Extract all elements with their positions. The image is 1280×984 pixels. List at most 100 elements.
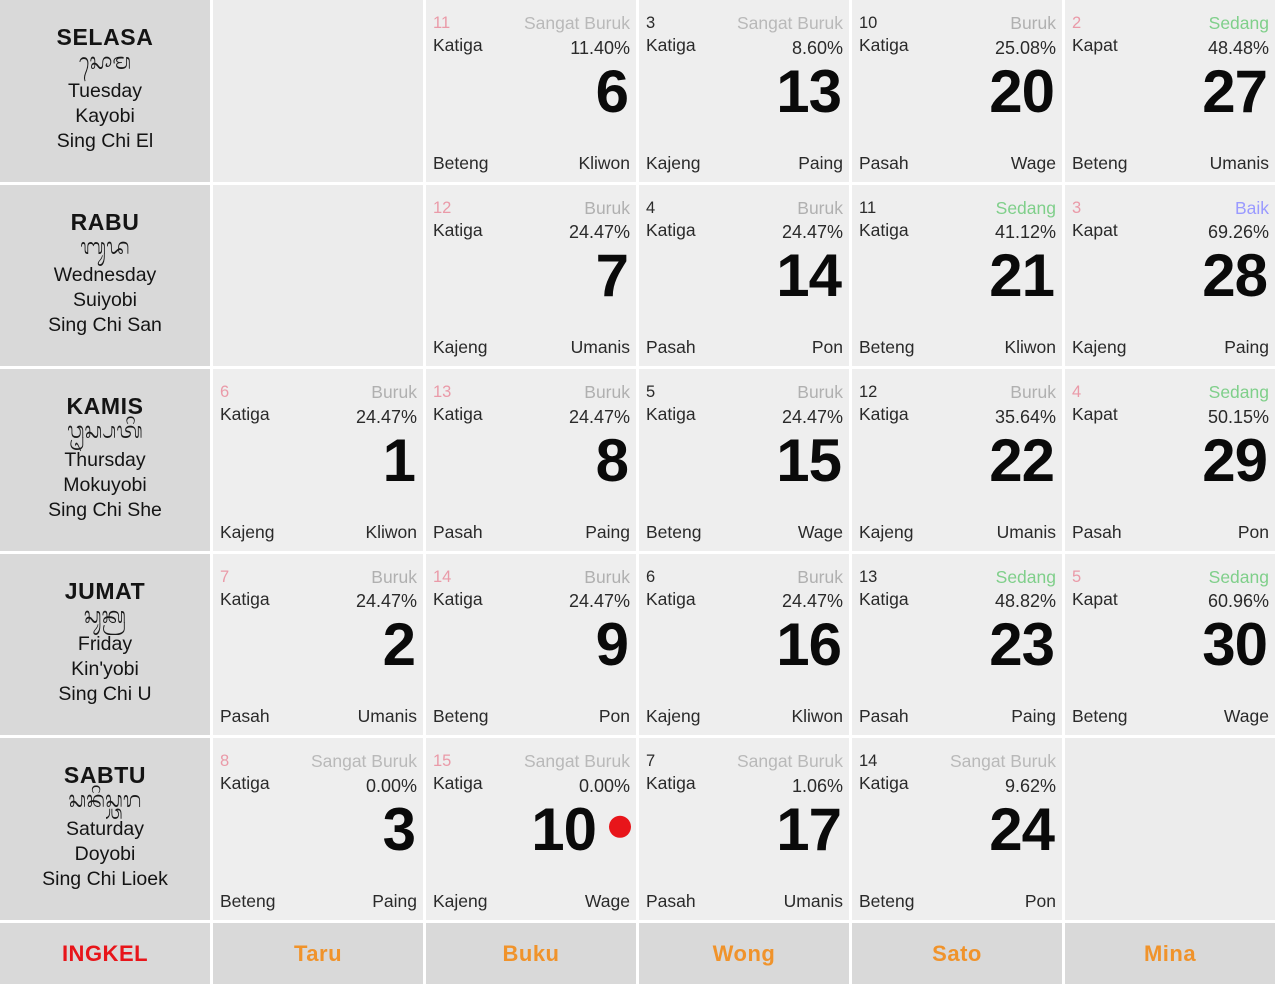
sasih-label: Kapat [1072, 588, 1118, 609]
date-cell[interactable]: 8 Katiga Sangat Buruk 0.00% 3 Beteng Paing [213, 738, 426, 923]
quality-label: Buruk [797, 197, 843, 218]
day-name-id: KAMIS [66, 393, 144, 419]
wuku-number: 13 [859, 567, 878, 586]
date-cell[interactable]: 7 Katiga Buruk 24.47% 2 Pasah Umanis [213, 553, 426, 738]
day-header-rabu: RABU ᬩᬸᬤ Wednesday Suiyobi Sing Chi San [0, 184, 213, 369]
date-cell[interactable]: 14 Katiga Buruk 24.47% 9 Beteng Pon [426, 553, 639, 738]
date-cell[interactable]: 3 Kapat Baik 69.26% 28 Kajeng Paing [1065, 184, 1278, 369]
date-cell[interactable]: 13 Katiga Sedang 48.82% 23 Pasah Paing [852, 553, 1065, 738]
quality-percentage: 24.47% [355, 406, 417, 427]
triwara-label: Beteng [859, 337, 915, 357]
date-cell[interactable]: 2 Kapat Sedang 48.48% 27 Beteng Umanis [1065, 0, 1278, 185]
date-cell[interactable]: 7 Katiga Sangat Buruk 1.06% 17 Pasah Umanis [639, 738, 852, 923]
pancawara-label: Kliwon [365, 521, 417, 542]
quality-label: Buruk [1010, 13, 1056, 33]
quality-label: Sangat Buruk [523, 751, 630, 771]
date-cell[interactable]: 11 Katiga Sangat Buruk 11.40% 6 Beteng Kliwon [426, 0, 639, 185]
date-cell[interactable]: 11 Katiga Sedang 41.12% 21 Beteng Kliwon [852, 184, 1065, 369]
quality-label: Buruk [584, 382, 630, 402]
cell-top-right: Baik 69.26% [1208, 197, 1269, 245]
cell-top-left: 10 Katiga [859, 12, 909, 58]
date-number[interactable]: 27 [1202, 61, 1268, 122]
quality-percentage: 24.47% [781, 591, 843, 612]
wuku-number: 4 [646, 198, 656, 217]
triwara-label: Pasah [646, 337, 696, 357]
date-number[interactable]: 7 [596, 246, 629, 306]
cell-top-right: Sangat Buruk 9.62% [950, 750, 1056, 798]
pancawara-label: Pon [598, 706, 630, 726]
date-number[interactable]: 21 [989, 246, 1055, 306]
date-cell-empty [213, 0, 426, 185]
date-cell[interactable]: 14 Katiga Sangat Buruk 9.62% 24 Beteng Pon [852, 738, 1065, 923]
day-name-english: Saturday [65, 817, 145, 840]
date-cell[interactable]: 10 Katiga Buruk 25.08% 20 Pasah Wage [852, 0, 1065, 185]
wuku-number: 6 [646, 567, 656, 586]
cell-top-left: 6 Katiga [646, 566, 696, 612]
quality-percentage: 24.47% [781, 222, 843, 243]
date-number[interactable]: 14 [776, 246, 842, 306]
date-number[interactable]: 8 [596, 430, 629, 491]
pancawara-label: Kliwon [791, 706, 843, 726]
day-name-balinese: ᬯᬺᬲ᭄ᬧᬢᬶ [67, 419, 143, 445]
date-number[interactable]: 28 [1202, 246, 1268, 306]
wuku-number: 13 [433, 383, 452, 401]
date-cell[interactable]: 6 Katiga Buruk 24.47% 1 Kajeng Kliwon [213, 369, 426, 554]
date-number[interactable]: 23 [989, 615, 1055, 675]
date-cell[interactable]: 12 Katiga Buruk 24.47% 7 Kajeng Umanis [426, 184, 639, 369]
pancawara-label: Umanis [357, 706, 417, 726]
sasih-label: Katiga [859, 773, 909, 794]
pancawara-label: Wage [797, 521, 843, 542]
sasih-label: Katiga [220, 404, 270, 425]
date-cell[interactable]: 4 Kapat Sedang 50.15% 29 Pasah Pon [1065, 369, 1278, 554]
date-number[interactable]: 29 [1202, 430, 1268, 491]
date-number[interactable]: 13 [776, 61, 842, 122]
cell-top-left: 15 Katiga [433, 750, 483, 796]
triwara-label: Pasah [1072, 521, 1122, 542]
date-number[interactable]: 16 [776, 615, 842, 675]
date-number[interactable]: 24 [989, 799, 1055, 860]
date-number[interactable]: 22 [989, 430, 1055, 491]
cell-top-left: 8 Katiga [220, 750, 270, 796]
day-name-id: SELASA [56, 24, 154, 50]
date-number[interactable]: 3 [383, 799, 416, 860]
pancawara-label: Paing [798, 152, 843, 173]
triwara-label: Pasah [646, 890, 696, 911]
day-name-chinese: Sing Chi El [56, 129, 154, 152]
date-cell[interactable]: 12 Katiga Buruk 35.64% 22 Kajeng Umanis [852, 369, 1065, 554]
date-number[interactable]: 6 [596, 61, 629, 122]
quality-percentage: 0.00% [365, 775, 417, 796]
date-number[interactable]: 30 [1202, 615, 1268, 675]
date-number[interactable]: 17 [776, 799, 842, 860]
wuku-number: 12 [433, 198, 452, 217]
cell-top-left: 12 Katiga [859, 381, 909, 427]
date-number[interactable]: 1 [383, 430, 416, 491]
cell-top-right: Buruk 24.47% [356, 381, 417, 429]
date-cell[interactable]: 3 Katiga Sangat Buruk 8.60% 13 Kajeng Paing [639, 0, 852, 185]
date-cell-empty [213, 184, 426, 369]
date-number[interactable]: 2 [383, 615, 416, 675]
date-number[interactable]: 20 [989, 61, 1055, 122]
quality-label: Buruk [584, 197, 630, 218]
pancawara-label: Pon [1024, 890, 1056, 911]
date-number[interactable]: 9 [596, 615, 629, 675]
cell-top-right: Sedang 60.96% [1208, 566, 1269, 614]
date-number[interactable]: 10 [531, 799, 597, 860]
sasih-label: Kapat [1072, 404, 1118, 425]
ingkel-value: Taru [213, 922, 426, 984]
date-cell[interactable]: 5 Kapat Sedang 60.96% 30 Beteng Wage [1065, 553, 1278, 738]
date-cell[interactable]: 5 Katiga Buruk 24.47% 15 Beteng Wage [639, 369, 852, 554]
quality-percentage: 24.47% [355, 591, 417, 612]
date-cell[interactable]: 15 Katiga Sangat Buruk 0.00% 10 Kajeng Wage [426, 738, 639, 923]
date-number[interactable]: 15 [776, 430, 842, 491]
wuku-number: 7 [220, 567, 230, 586]
triwara-label: Beteng [1072, 706, 1128, 726]
triwara-label: Kajeng [220, 521, 275, 542]
cell-top-left: 7 Katiga [220, 566, 270, 612]
date-cell[interactable]: 6 Katiga Buruk 24.47% 16 Kajeng Kliwon [639, 553, 852, 738]
wuku-number: 6 [220, 383, 230, 401]
quality-percentage: 24.47% [781, 406, 843, 427]
wuku-number: 3 [646, 14, 656, 32]
date-cell[interactable]: 4 Katiga Buruk 24.47% 14 Pasah Pon [639, 184, 852, 369]
date-cell[interactable]: 13 Katiga Buruk 24.47% 8 Pasah Paing [426, 369, 639, 554]
day-name-id: RABU [70, 208, 140, 235]
